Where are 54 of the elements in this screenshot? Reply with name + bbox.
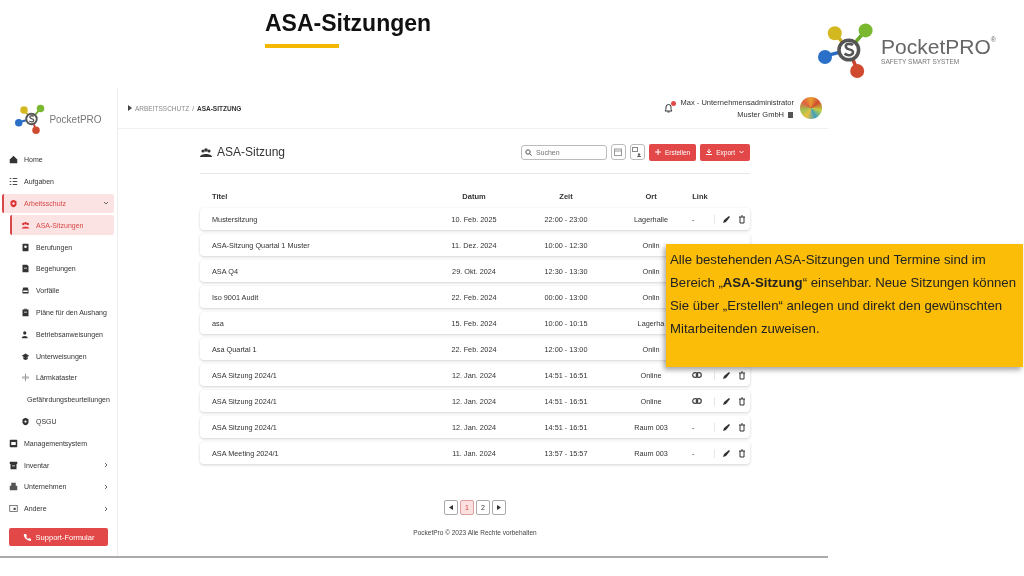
next-page-button[interactable]	[492, 500, 506, 515]
caret-icon	[739, 150, 744, 154]
chevron-icon	[103, 505, 109, 512]
page-title: ASA-Sitzung	[217, 145, 286, 159]
list-icon	[9, 177, 18, 187]
group-icon	[21, 220, 30, 230]
logo-text: PocketPRO	[49, 113, 102, 125]
edit-icon[interactable]	[722, 370, 731, 380]
edit-icon[interactable]	[722, 422, 731, 432]
screen-icon	[9, 504, 18, 514]
trash-icon[interactable]	[738, 448, 746, 458]
graduation-icon	[21, 351, 30, 361]
document-icon	[21, 264, 30, 274]
trash-icon[interactable]	[738, 214, 746, 224]
trash-icon[interactable]	[738, 396, 746, 406]
link-icon[interactable]	[692, 397, 702, 404]
search-icon	[524, 148, 532, 156]
trash-icon[interactable]	[738, 422, 746, 432]
home-icon	[9, 155, 18, 165]
notification-dot	[670, 101, 676, 106]
person-icon	[21, 329, 30, 339]
logo-text: PocketPRO	[881, 34, 991, 58]
previous-page-button[interactable]	[444, 500, 458, 515]
badge-icon	[21, 242, 30, 252]
caret-icon	[449, 505, 453, 510]
plus-icon	[654, 149, 661, 155]
edit-icon[interactable]	[722, 448, 731, 458]
shield-icon	[9, 199, 18, 208]
archive-icon	[9, 460, 18, 470]
calendar-button[interactable]	[610, 144, 626, 160]
bell-icon[interactable]	[663, 103, 673, 113]
avatar-icon[interactable]	[800, 97, 822, 119]
shield-icon	[21, 416, 30, 426]
slide-title: ASA-Sitzungen	[265, 9, 432, 38]
edit-icon[interactable]	[722, 396, 731, 406]
chevron-icon	[103, 200, 109, 207]
download-icon	[706, 149, 713, 155]
car-icon	[21, 286, 30, 296]
chevron-icon	[103, 462, 109, 469]
phone-icon	[22, 533, 31, 541]
trash-icon[interactable]	[738, 370, 746, 380]
calendar-icon	[614, 148, 623, 156]
view-icon	[632, 147, 643, 157]
link-icon[interactable]	[692, 371, 702, 378]
clipboard-icon	[21, 307, 30, 317]
group-icon	[200, 147, 212, 157]
caret-icon	[128, 105, 132, 111]
view-button[interactable]	[629, 144, 645, 160]
annotation-tooltip: Alle bestehenden ASA-Sitzungen und Termine sind im Bereich „ASA-Sitzung“ einsehbar. Neue Sitzungen können Sie über „Erstellen“ anlegen und direkt den gewünschten Mitarbeitenden zuweisen.	[666, 244, 1023, 367]
edit-icon[interactable]	[722, 214, 731, 224]
chevron-icon	[103, 483, 109, 490]
caret-icon	[497, 505, 501, 510]
managementsystem-icon	[9, 438, 18, 448]
waveform-icon	[21, 373, 30, 383]
